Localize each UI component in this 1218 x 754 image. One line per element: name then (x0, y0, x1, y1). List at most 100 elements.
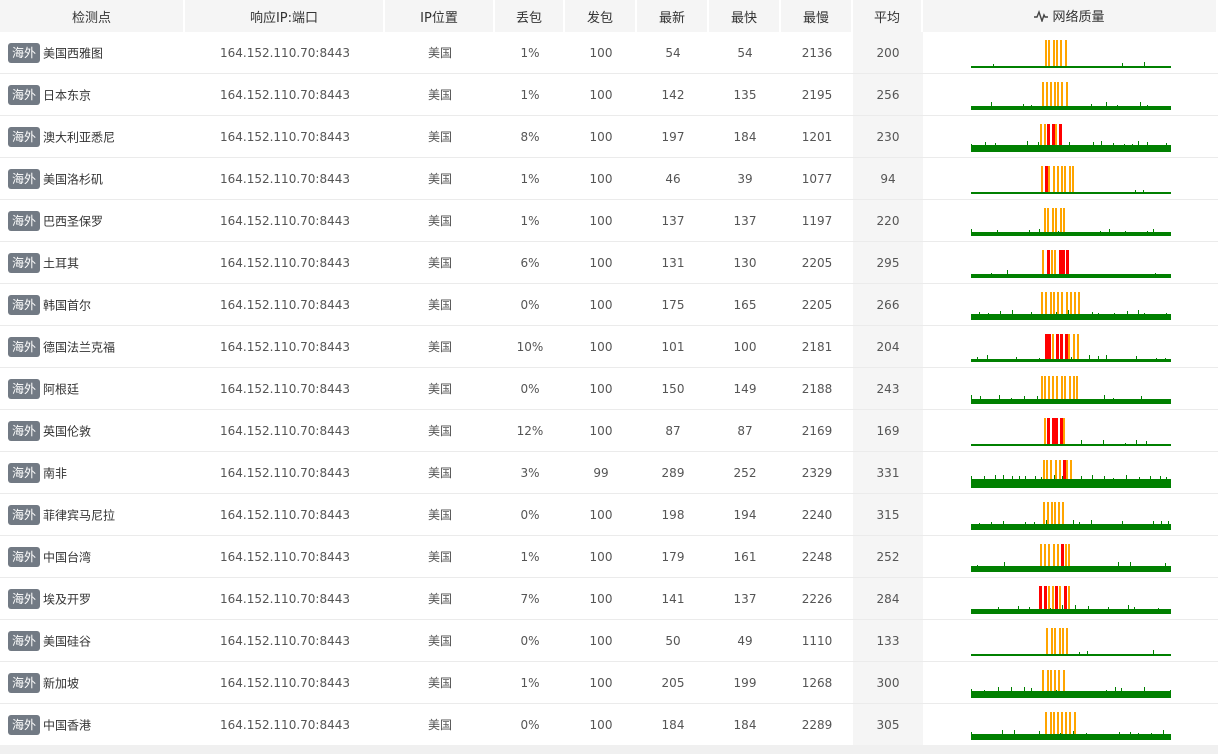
quality-tick (1160, 520, 1162, 530)
quality-tick (1123, 143, 1125, 152)
table-row[interactable]: 海外 韩国首尔 164.152.110.70:8443 美国 0% 100 175 165 22… (0, 284, 1218, 326)
table-row[interactable]: 海外 土耳其 164.152.110.70:8443 美国 6% 100 131 130 220… (0, 242, 1218, 284)
quality-spike (1047, 543, 1050, 566)
site-cell: 海外 埃及开罗 (0, 578, 185, 620)
avg-cell: 300 (853, 662, 923, 704)
sent-cell: 100 (565, 620, 637, 662)
ip-cell: 164.152.110.70:8443 (185, 242, 385, 284)
ip-cell: 164.152.110.70:8443 (185, 704, 385, 746)
site-cell: 海外 巴西圣保罗 (0, 200, 185, 242)
sent-cell: 100 (565, 326, 637, 368)
avg-cell: 200 (853, 32, 923, 74)
quality-tick (1102, 439, 1104, 446)
quality-spike (1071, 165, 1074, 192)
header-location[interactable]: IP位置 (385, 0, 495, 32)
header-slowest[interactable]: 最慢 (781, 0, 853, 32)
quality-tick (1159, 475, 1161, 488)
header-ip[interactable]: 响应IP:端口 (185, 0, 385, 32)
quality-spike (1061, 249, 1065, 274)
loss-cell: 0% (495, 494, 565, 536)
table-row[interactable]: 海外 巴西圣保罗 164.152.110.70:8443 美国 1% 100 137 137 1… (0, 200, 1218, 242)
quality-tick (1164, 562, 1166, 572)
ip-cell: 164.152.110.70:8443 (185, 116, 385, 158)
region-badge: 海外 (8, 714, 41, 735)
table-row[interactable]: 海外 英国伦敦 164.152.110.70:8443 美国 12% 100 87 87 216… (0, 410, 1218, 452)
header-latest[interactable]: 最新 (637, 0, 709, 32)
quality-spike (1068, 375, 1071, 399)
quality-spike (1058, 123, 1062, 145)
table-row[interactable]: 海外 美国硅谷 164.152.110.70:8443 美国 0% 100 50 49 1110… (0, 620, 1218, 662)
header-loss[interactable]: 丢包 (495, 0, 565, 32)
quality-tick (1037, 141, 1039, 152)
quality-tick (994, 142, 996, 152)
quality-sparkline (923, 410, 1218, 452)
slowest-cell: 2136 (781, 32, 853, 74)
table-row[interactable]: 海外 澳大利亚悉尼 164.152.110.70:8443 美国 8% 100 197 184… (0, 116, 1218, 158)
site-name: 美国洛杉矶 (43, 172, 104, 186)
quality-spike (1039, 543, 1042, 566)
quality-chart (970, 207, 1171, 236)
sent-cell: 100 (565, 410, 637, 452)
quality-tick (1126, 310, 1128, 320)
latest-cell: 50 (637, 620, 709, 662)
quality-spike (1056, 165, 1059, 192)
quality-tick (1116, 104, 1118, 110)
quality-spike (1047, 585, 1050, 609)
table-row[interactable]: 海外 德国法兰克福 164.152.110.70:8443 美国 10% 100 101 10… (0, 326, 1218, 368)
table-row[interactable]: 海外 日本东京 164.152.110.70:8443 美国 1% 100 142 135 21… (0, 74, 1218, 116)
loc-cell: 美国 (385, 158, 495, 200)
table-row[interactable]: 海外 中国台湾 164.152.110.70:8443 美国 1% 100 179 161 22… (0, 536, 1218, 578)
table-bottom-shadow (0, 745, 1218, 754)
quality-tick (1124, 442, 1126, 446)
table-row[interactable]: 海外 菲律宾马尼拉 164.152.110.70:8443 美国 0% 100 198 194… (0, 494, 1218, 536)
table-row[interactable]: 海外 阿根廷 164.152.110.70:8443 美国 0% 100 150 149 218… (0, 368, 1218, 410)
quality-spike (1056, 711, 1059, 734)
loss-cell: 10% (495, 326, 565, 368)
header-sent[interactable]: 发包 (565, 0, 637, 32)
table-row[interactable]: 海外 埃及开罗 164.152.110.70:8443 美国 7% 100 141 137 22… (0, 578, 1218, 620)
header-quality[interactable]: 网络质量 (923, 0, 1218, 32)
quality-spike (1064, 39, 1067, 66)
table-row[interactable]: 海外 中国香港 164.152.110.70:8443 美国 0% 100 184 184 22… (0, 704, 1218, 746)
quality-tick (1055, 311, 1057, 320)
loc-cell: 美国 (385, 620, 495, 662)
table-row[interactable]: 海外 美国洛杉矶 164.152.110.70:8443 美国 1% 100 46 39 107… (0, 158, 1218, 200)
loss-cell: 12% (495, 410, 565, 452)
quality-spike (1040, 165, 1043, 192)
quality-sparkline (923, 578, 1218, 620)
quality-chart (970, 291, 1171, 320)
site-name: 菲律宾马尼拉 (43, 508, 116, 522)
quality-spike (1051, 417, 1055, 444)
quality-spike (1046, 123, 1050, 145)
ip-cell: 164.152.110.70:8443 (185, 74, 385, 116)
loc-cell: 美国 (385, 284, 495, 326)
fastest-cell: 130 (709, 242, 781, 284)
avg-cell: 305 (853, 704, 923, 746)
region-badge: 海外 (8, 378, 41, 399)
quality-tick (1017, 605, 1019, 614)
quality-spike (1065, 291, 1068, 314)
region-badge: 海外 (8, 168, 41, 189)
header-fastest[interactable]: 最快 (709, 0, 781, 32)
quality-tick (1103, 394, 1105, 404)
quality-chart (970, 123, 1171, 152)
quality-spike (1045, 627, 1048, 654)
header-avg[interactable]: 平均 (853, 0, 923, 32)
quality-tick (1091, 311, 1093, 320)
quality-baseline (970, 273, 1171, 278)
quality-tick (1103, 475, 1105, 488)
sent-cell: 100 (565, 242, 637, 284)
fastest-cell: 49 (709, 620, 781, 662)
quality-tick (1135, 439, 1137, 446)
quality-spike (1038, 585, 1042, 609)
quality-tick (976, 564, 978, 572)
table-row[interactable]: 海外 新加坡 164.152.110.70:8443 美国 1% 100 205 199 126… (0, 662, 1218, 704)
quality-tick (1142, 189, 1144, 194)
ip-cell: 164.152.110.70:8443 (185, 410, 385, 452)
region-badge: 海外 (8, 336, 41, 357)
quality-spike (1061, 627, 1064, 654)
table-row[interactable]: 海外 美国西雅图 164.152.110.70:8443 美国 1% 100 54 54 213… (0, 32, 1218, 74)
header-site[interactable]: 检测点 (0, 0, 185, 32)
latest-cell: 54 (637, 32, 709, 74)
table-row[interactable]: 海外 南非 164.152.110.70:8443 美国 3% 99 289 252 2329 3… (0, 452, 1218, 494)
